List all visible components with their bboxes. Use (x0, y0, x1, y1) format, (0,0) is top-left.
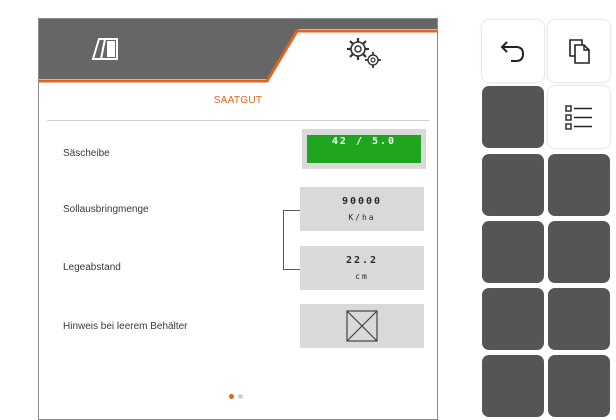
back-arrow-icon (500, 41, 525, 62)
machine-icon (91, 38, 118, 60)
hinweis-checkbox-button[interactable] (300, 304, 424, 348)
softkey-left-2[interactable] (482, 154, 544, 216)
sollausbringmenge-value-button[interactable]: 90000 K/ha (300, 187, 424, 231)
sollausbringmenge-unit: K/ha (348, 213, 376, 222)
softkey-left-1[interactable] (482, 86, 544, 148)
softkey-left-4[interactable] (482, 288, 544, 350)
checkbox-crossed-icon (346, 310, 378, 342)
gears-icon (347, 38, 381, 68)
softkey-left-3[interactable] (482, 221, 544, 283)
list-icon (565, 105, 592, 130)
tab-settings[interactable] (309, 31, 409, 77)
saescheibe-value: 42 / 5.0 (307, 135, 421, 163)
softkey-right-2[interactable] (548, 154, 610, 216)
back-button[interactable] (482, 20, 544, 82)
row-label-hinweis: Hinweis bei leerem Behälter (63, 321, 188, 332)
copy-pages-icon (569, 39, 590, 64)
softkey-left-5[interactable] (482, 355, 544, 417)
softkey-right-3[interactable] (548, 221, 610, 283)
saescheibe-value-button[interactable]: 42 / 5.0 (302, 129, 426, 169)
softkey-right-5[interactable] (548, 355, 610, 417)
tab-machine[interactable] (39, 19, 269, 79)
divider (47, 120, 429, 121)
page-dot[interactable] (238, 394, 243, 399)
legeabstand-value-button[interactable]: 22.2 cm (300, 246, 424, 290)
main-panel: SAATGUT Säscheibe 42 / 5.0 Sollausbringm… (38, 18, 438, 420)
page-dot-active[interactable] (229, 394, 234, 399)
softkey-right-4[interactable] (548, 288, 610, 350)
sollausbringmenge-value: 90000 (341, 196, 383, 207)
link-bracket (283, 210, 300, 270)
row-label-legeabstand: Legeabstand (63, 262, 121, 273)
section-title: SAATGUT (213, 95, 263, 106)
legeabstand-unit: cm (355, 272, 369, 281)
header-tabs (39, 19, 437, 89)
page-indicator (229, 394, 243, 399)
copy-button[interactable] (548, 20, 610, 82)
row-label-saescheibe: Säscheibe (63, 148, 110, 159)
legeabstand-value: 22.2 (345, 255, 379, 266)
list-button[interactable] (548, 86, 610, 148)
row-label-sollausbringmenge: Sollausbringmenge (63, 204, 149, 215)
